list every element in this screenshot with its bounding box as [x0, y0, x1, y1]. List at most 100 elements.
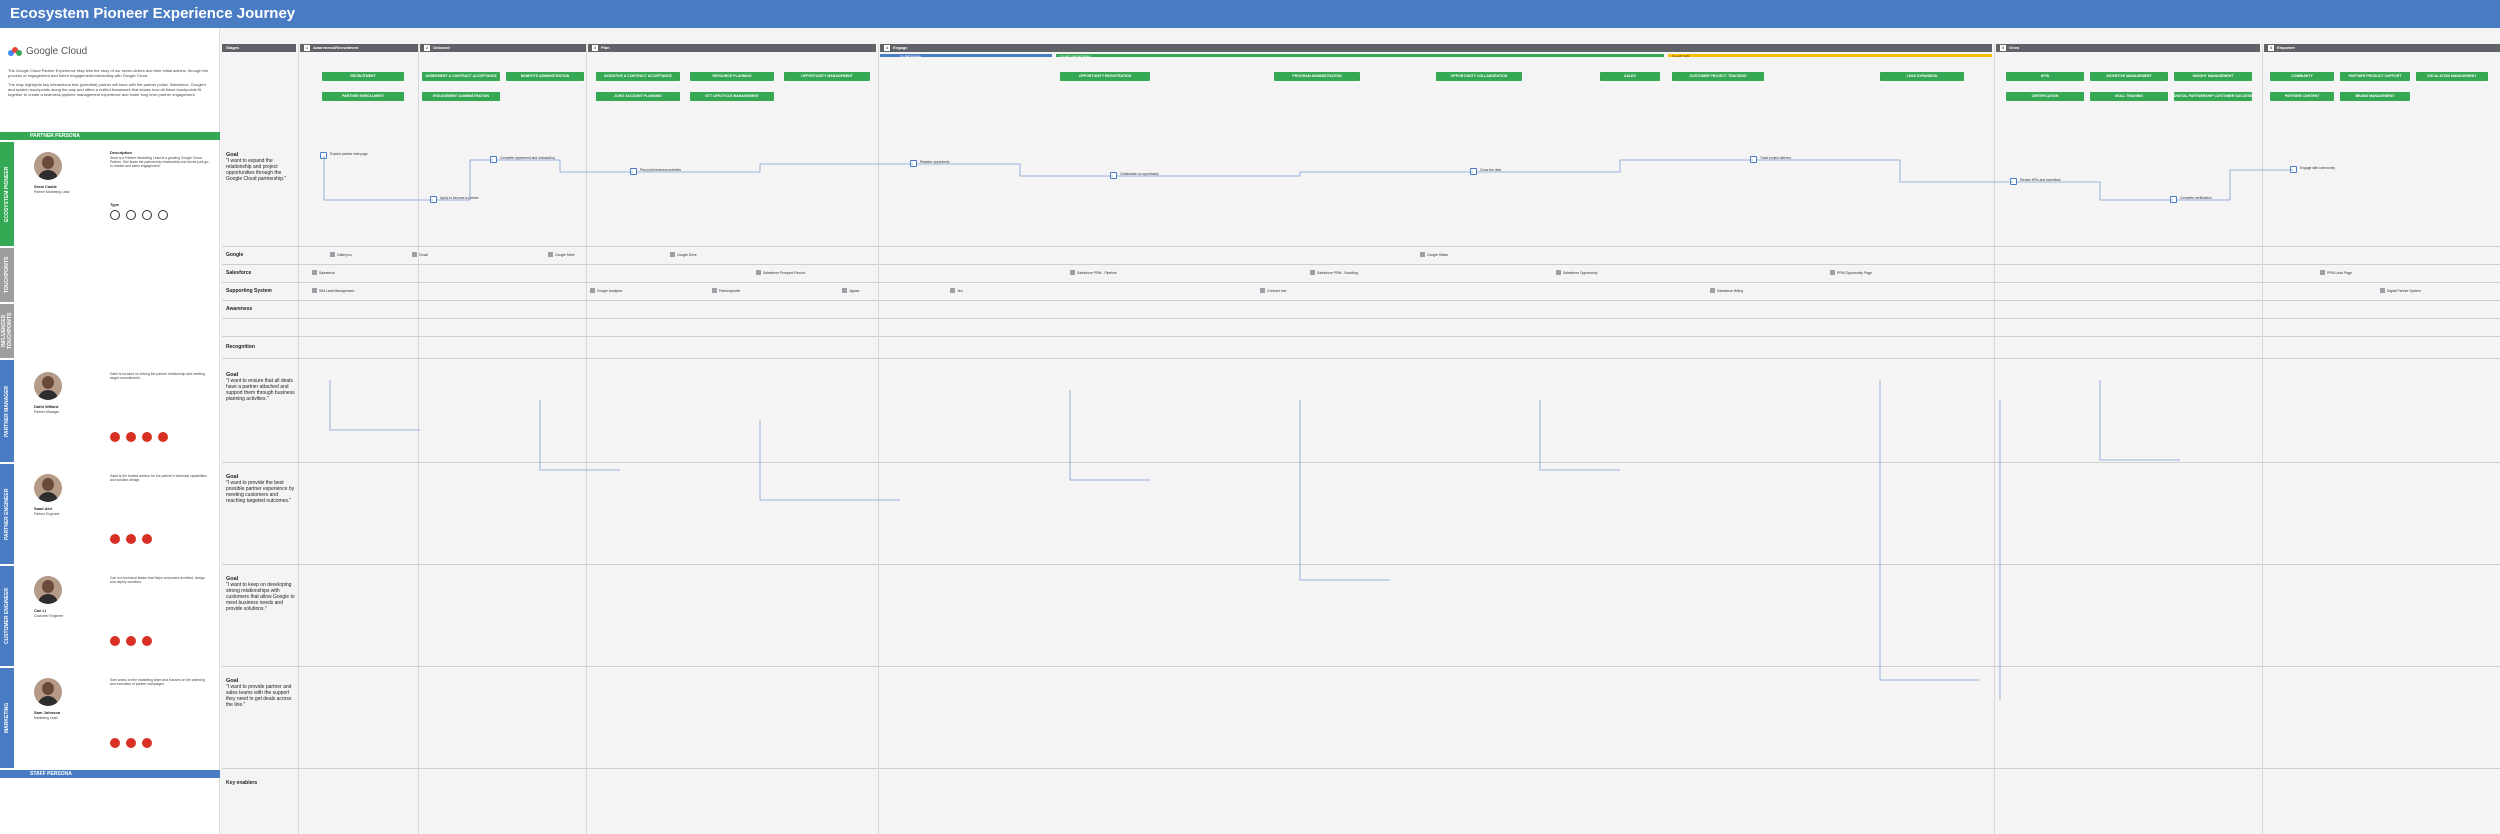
flow-node [430, 196, 437, 203]
flow-node [490, 156, 497, 163]
persona-name: Sam Johnson [34, 710, 61, 715]
title-bar: Ecosystem Pioneer Experience Journey [0, 0, 2500, 28]
supporting-system-row-label: Supporting System [226, 288, 272, 294]
stage-label: Grow [2009, 45, 2020, 50]
capability-pill: SALES [1600, 72, 1660, 81]
journey-step: Review KPIs and incentives [2020, 178, 2061, 182]
capability-pill: CERTIFICATION [2006, 92, 2084, 101]
journey-step: Collaborate on opportunity [1120, 172, 1159, 176]
flow-node [1110, 172, 1117, 179]
persona-description: Serai is a Partner Marketing Lead at a g… [110, 156, 210, 169]
flow-node [2170, 196, 2177, 203]
capability-pill: INCENTIVE MANAGEMENT [2090, 72, 2168, 81]
journey-step: Close the deal [1480, 168, 1502, 172]
capability-pill: LEAD EXPANSION [1880, 72, 1964, 81]
persona-role: Partner Marketing Lead [34, 190, 70, 194]
stage-label: Onboard [433, 45, 450, 50]
intro-paragraph: The Google Cloud Partner Experience Map … [8, 68, 209, 78]
journey-connectors [323, 156, 2293, 700]
stage-number: 1 [304, 45, 310, 51]
capability-pill: INCENTIVE & CONTRACT ACCEPTANCE [596, 72, 680, 81]
journey-step: Explore partner web page [330, 152, 368, 156]
dot-icon [110, 432, 120, 442]
stage-label: Plan [601, 45, 610, 50]
type-title: Type [110, 202, 120, 207]
partner-persona-bar: PARTNER PERSONA [0, 132, 220, 140]
capability-pill: ENGAGEMENT ADMINISTRATION [422, 92, 500, 101]
dot-icon [142, 534, 152, 544]
stage-label: Empower [2277, 45, 2296, 50]
marketing-goal: Goal "I want to provide partner and sales… [226, 678, 292, 708]
persona-name: Serai Castle [34, 184, 57, 189]
persona-name: Cae Li [34, 608, 47, 613]
supporting-touchpoint: Digital Partner System [2380, 288, 2421, 293]
avatar [34, 576, 62, 604]
goal-text: "I want to provide the best possible par… [226, 480, 295, 504]
capability-pill: OPPORTUNITY COLLABORATION [1436, 72, 1522, 81]
app-icon [1310, 270, 1315, 275]
app-icon [1556, 270, 1561, 275]
dot-icon [126, 636, 136, 646]
avatar [34, 372, 62, 400]
goal-text: "I want to ensure that all deals have a … [226, 378, 295, 402]
capability-pill: JOINT ACCOUNT PLANNING [596, 92, 680, 101]
pioneer-goal: Goal "I want to expand the relationship … [226, 152, 296, 182]
stage-header-awareness: 1 Awareness/Recruitment [300, 44, 418, 52]
row-divider [222, 282, 2500, 283]
stage-divider [878, 44, 879, 834]
capability-pill: OPPORTUNITY REGISTRATION [1060, 72, 1150, 81]
app-icon [548, 252, 553, 257]
goal-text: "I want to provide partner and sales tea… [226, 684, 292, 708]
flow-node [1750, 156, 1757, 163]
capability-pill: ESCALATION MANAGEMENT [2416, 72, 2488, 81]
description-title: Description [110, 150, 133, 155]
ecosystem-pioneer-label: ECOSYSTEM PIONEER [0, 142, 14, 246]
supporting-touchpoint: SIM Lead Management [312, 288, 354, 293]
app-icon [412, 252, 417, 257]
capability-pill: AGREEMENT & CONTRACT ACCEPTANCE [422, 72, 500, 81]
app-icon [842, 288, 847, 293]
capability-pill: DIGITAL PARTNERSHIP CUSTOMER SUCCESS PLA… [2174, 92, 2252, 101]
persona-name: Dafni Willard [34, 404, 59, 409]
goal-text: "I want to keep on developing strong rel… [226, 582, 295, 612]
dot-icon [110, 636, 120, 646]
supporting-touchpoint: Jira [950, 288, 962, 293]
app-icon [1710, 288, 1715, 293]
manager-goal: Goal "I want to ensure that all deals hav… [226, 372, 295, 402]
capability-pill: OPPORTUNITY MANAGEMENT [784, 72, 870, 81]
staff-persona-bar: STAFF PERSONA [0, 770, 220, 778]
type-icon [110, 210, 120, 220]
salesforce-touchpoint: PRM Opportunity Page [1830, 270, 1872, 275]
app-icon [590, 288, 595, 293]
row-divider [222, 564, 2500, 565]
capability-pill: BENEFITS ADMINISTRATION [506, 72, 584, 81]
engage-stripe-green [1056, 54, 1664, 57]
row-divider [222, 246, 2500, 247]
capability-pill: PARTNER ENROLLMENT [322, 92, 404, 101]
flow-node [1470, 168, 1477, 175]
capability-pill: PARTNER CONTENT [2270, 92, 2334, 101]
persona-role: Marketing Lead [34, 716, 58, 720]
stage-label: Awareness/Recruitment [313, 45, 359, 50]
supporting-touchpoint: Jigsaw [842, 288, 859, 293]
supporting-touchpoint: Salesforce Billing [1710, 288, 1743, 293]
avatar [34, 474, 62, 502]
persona-description: Saad is the trusted advisor for the part… [110, 474, 207, 483]
salesforce-touchpoint: Salesforce Opportunity [1556, 270, 1598, 275]
intro-text: The Google Cloud Partner Experience Map … [8, 68, 213, 101]
stage-header-onboard: 2 Onboard [420, 44, 586, 52]
engage-stripe-yellow [1668, 54, 1992, 57]
row-divider [222, 318, 2500, 319]
stage-number: 2 [424, 45, 430, 51]
row-divider [222, 666, 2500, 667]
intro-paragraph: The map highlights key interactions that… [8, 82, 207, 97]
row-divider [222, 300, 2500, 301]
stage-number: 3 [592, 45, 598, 51]
google-touchpoint: Google Meet [548, 252, 574, 257]
google-row-label: Google [226, 252, 244, 258]
key-enablers-label: Key enablers [226, 780, 258, 786]
app-icon [2320, 270, 2325, 275]
google-touchpoint: Google Slides [1420, 252, 1448, 257]
flow-node [2010, 178, 2017, 185]
stage-number: 4 [884, 45, 890, 51]
